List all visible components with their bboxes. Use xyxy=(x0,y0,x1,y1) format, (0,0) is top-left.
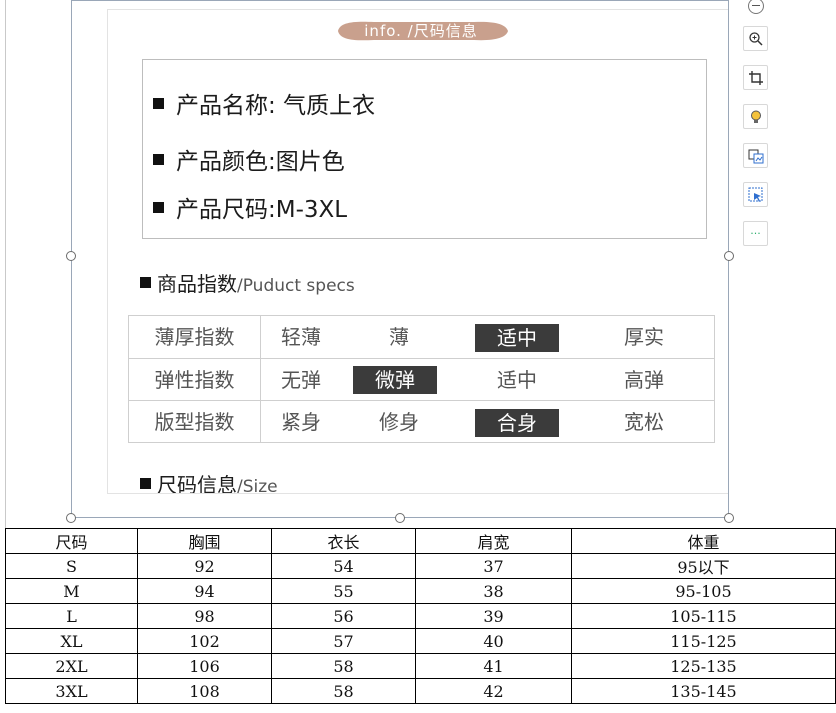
table-cell[interactable]: 41 xyxy=(415,653,572,679)
spec-row-elasticity: 弹性指数 无弹 微弹 适中 高弹 xyxy=(129,358,714,401)
table-cell[interactable]: 95-105 xyxy=(571,578,836,604)
header-cell[interactable]: 胸围 xyxy=(137,528,272,554)
spec-selected: 适中 xyxy=(475,324,559,352)
resize-handle-bottom-right[interactable] xyxy=(724,513,734,523)
table-row: 2XL 106 58 41 125-135 xyxy=(5,653,836,679)
info-banner: info. /尺码信息 xyxy=(334,20,508,42)
embedded-image[interactable]: info. /尺码信息 产品名称: 气质上衣 产品颜色:图片色 产品尺码:M-3… xyxy=(108,10,728,493)
specs-table: 薄厚指数 轻薄 薄 适中 厚实 弹性指数 无弹 微弹 适中 高弹 版型指数 紧身… xyxy=(128,315,715,443)
crop-icon[interactable] xyxy=(743,65,768,90)
table-cell[interactable]: S xyxy=(5,553,138,579)
row-header-edge xyxy=(5,0,6,528)
table-cell[interactable]: 37 xyxy=(415,553,572,579)
header-cell[interactable]: 体重 xyxy=(571,528,836,554)
banner-text: info. /尺码信息 xyxy=(364,22,478,40)
table-cell[interactable]: 105-115 xyxy=(571,603,836,629)
product-info-box: 产品名称: 气质上衣 产品颜色:图片色 产品尺码:M-3XL xyxy=(142,59,707,239)
table-row: L 98 56 39 105-115 xyxy=(5,603,836,629)
table-cell[interactable]: 56 xyxy=(271,603,416,629)
select-image-icon[interactable] xyxy=(743,182,768,207)
size-table: 尺码 胸围 衣长 肩宽 体重 S 92 54 37 95以下 M 94 55 38 95-105… xyxy=(5,528,836,704)
table-cell[interactable]: M xyxy=(5,578,138,604)
product-size-line: 产品尺码:M-3XL xyxy=(153,190,347,224)
table-cell[interactable]: 2XL xyxy=(5,653,138,679)
product-name-line: 产品名称: 气质上衣 xyxy=(153,86,375,120)
specs-title: 商品指数/Puduct specs xyxy=(140,268,355,297)
table-row: M 94 55 38 95-105 xyxy=(5,578,836,604)
table-cell[interactable]: 58 xyxy=(271,653,416,679)
table-cell[interactable]: 98 xyxy=(137,603,272,629)
table-cell[interactable]: XL xyxy=(5,628,138,654)
table-cell[interactable]: 95以下 xyxy=(571,553,836,579)
table-header-row: 尺码 胸围 衣长 肩宽 体重 xyxy=(5,528,836,554)
table-cell[interactable]: 135-145 xyxy=(571,678,836,704)
table-row: 3XL 108 58 42 135-145 xyxy=(5,678,836,704)
resize-handle-bottom-left[interactable] xyxy=(66,513,76,523)
product-color-line: 产品颜色:图片色 xyxy=(153,142,345,176)
table-cell[interactable]: L xyxy=(5,603,138,629)
header-cell[interactable]: 肩宽 xyxy=(415,528,572,554)
table-cell[interactable]: 42 xyxy=(415,678,572,704)
table-cell[interactable]: 55 xyxy=(271,578,416,604)
size-title: 尺码信息/Size xyxy=(140,469,278,493)
zoom-icon[interactable] xyxy=(743,26,768,51)
table-cell[interactable]: 125-135 xyxy=(571,653,836,679)
table-cell[interactable]: 38 xyxy=(415,578,572,604)
table-cell[interactable]: 115-125 xyxy=(571,628,836,654)
table-cell[interactable]: 92 xyxy=(137,553,272,579)
table-cell[interactable]: 3XL xyxy=(5,678,138,704)
table-cell[interactable]: 54 xyxy=(271,553,416,579)
spec-selected: 合身 xyxy=(475,409,559,437)
table-cell[interactable]: 40 xyxy=(415,628,572,654)
table-cell[interactable]: 58 xyxy=(271,678,416,704)
table-cell[interactable]: 108 xyxy=(137,678,272,704)
table-cell[interactable]: 57 xyxy=(271,628,416,654)
table-row: XL 102 57 40 115-125 xyxy=(5,628,836,654)
table-cell[interactable]: 39 xyxy=(415,603,572,629)
resize-handle-left[interactable] xyxy=(66,251,76,261)
table-cell[interactable]: 102 xyxy=(137,628,272,654)
header-cell[interactable]: 尺码 xyxy=(5,528,138,554)
header-cell[interactable]: 衣长 xyxy=(271,528,416,554)
swap-image-icon[interactable] xyxy=(743,143,768,168)
more-icon[interactable]: ··· xyxy=(743,221,768,246)
spec-row-thickness: 薄厚指数 轻薄 薄 适中 厚实 xyxy=(154,324,664,352)
spec-selected: 微弹 xyxy=(353,366,437,394)
resize-handle-right[interactable] xyxy=(724,251,734,261)
spec-row-fit: 版型指数 紧身 修身 合身 宽松 xyxy=(129,400,714,443)
table-cell[interactable]: 94 xyxy=(137,578,272,604)
bulb-icon[interactable] xyxy=(743,104,768,129)
table-cell[interactable]: 106 xyxy=(137,653,272,679)
table-row: S 92 54 37 95以下 xyxy=(5,553,836,579)
resize-handle-bottom[interactable] xyxy=(395,513,405,523)
